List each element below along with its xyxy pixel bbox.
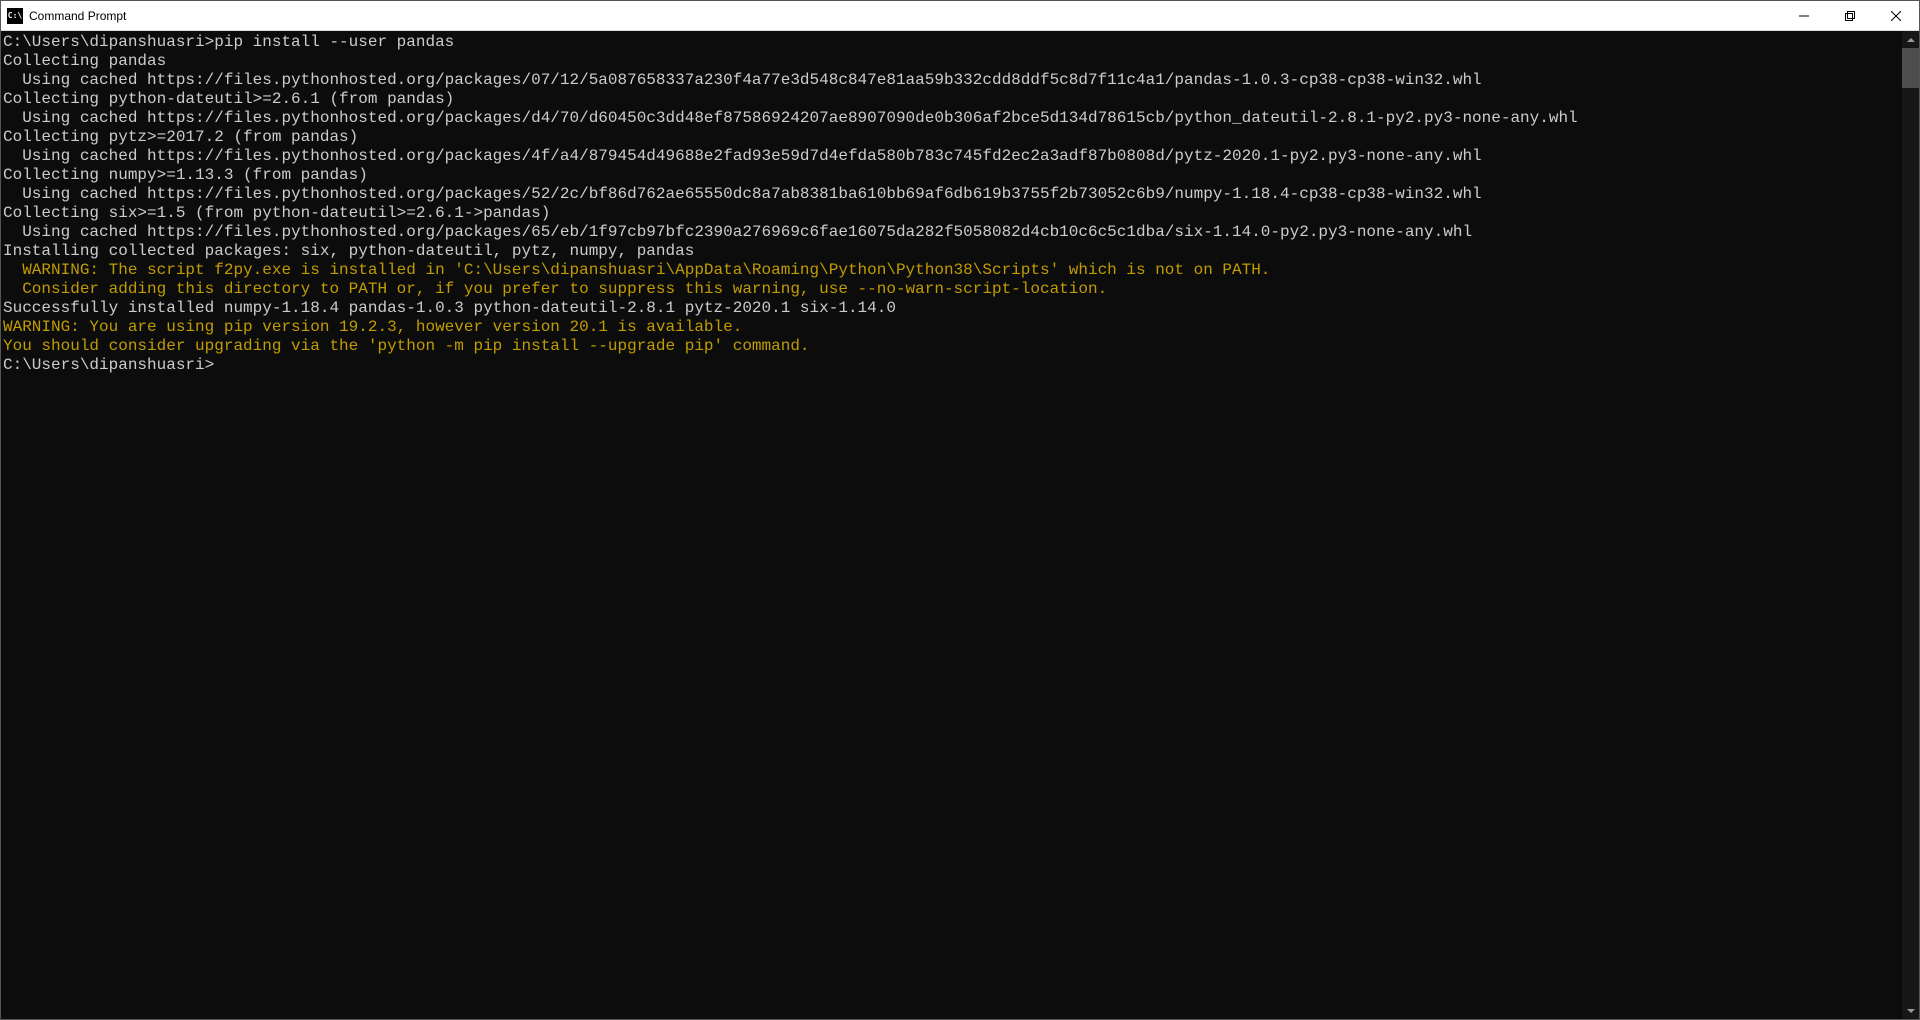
terminal-line: C:\Users\dipanshuasri>pip install --user… (3, 33, 1902, 52)
terminal-line: Using cached https://files.pythonhosted.… (3, 185, 1902, 204)
scrollbar[interactable] (1902, 31, 1919, 1019)
maximize-button[interactable] (1827, 1, 1873, 30)
titlebar-controls (1781, 1, 1919, 30)
terminal-line: Collecting pandas (3, 52, 1902, 71)
minimize-icon (1799, 11, 1809, 21)
terminal-line: Using cached https://files.pythonhosted.… (3, 71, 1902, 90)
window: C:\ Command Prompt C:\Users\dipanshuasri… (0, 0, 1920, 1020)
scrollbar-thumb[interactable] (1902, 48, 1919, 88)
terminal-line: You should consider upgrading via the 'p… (3, 337, 1902, 356)
minimize-button[interactable] (1781, 1, 1827, 30)
titlebar[interactable]: C:\ Command Prompt (1, 1, 1919, 31)
terminal-line: Using cached https://files.pythonhosted.… (3, 147, 1902, 166)
terminal-line: Collecting pytz>=2017.2 (from pandas) (3, 128, 1902, 147)
chevron-up-icon (1907, 38, 1915, 42)
window-title: Command Prompt (29, 9, 1781, 23)
terminal-wrapper: C:\Users\dipanshuasri>pip install --user… (1, 31, 1919, 1019)
terminal-line: WARNING: You are using pip version 19.2.… (3, 318, 1902, 337)
terminal-line: Installing collected packages: six, pyth… (3, 242, 1902, 261)
terminal-line: WARNING: The script f2py.exe is installe… (3, 261, 1902, 280)
terminal-line: Using cached https://files.pythonhosted.… (3, 223, 1902, 242)
terminal-line: Successfully installed numpy-1.18.4 pand… (3, 299, 1902, 318)
chevron-down-icon (1907, 1009, 1915, 1013)
terminal-line: C:\Users\dipanshuasri> (3, 356, 1902, 375)
terminal-line: Collecting numpy>=1.13.3 (from pandas) (3, 166, 1902, 185)
terminal-output[interactable]: C:\Users\dipanshuasri>pip install --user… (1, 31, 1902, 1019)
scrollbar-down-button[interactable] (1902, 1002, 1919, 1019)
terminal-line: Consider adding this directory to PATH o… (3, 280, 1902, 299)
scrollbar-up-button[interactable] (1902, 31, 1919, 48)
terminal-line: Collecting six>=1.5 (from python-dateuti… (3, 204, 1902, 223)
maximize-icon (1845, 11, 1855, 21)
close-icon (1891, 11, 1901, 21)
cmd-icon: C:\ (7, 8, 23, 24)
terminal-line: Using cached https://files.pythonhosted.… (3, 109, 1902, 128)
terminal-line: Collecting python-dateutil>=2.6.1 (from … (3, 90, 1902, 109)
close-button[interactable] (1873, 1, 1919, 30)
